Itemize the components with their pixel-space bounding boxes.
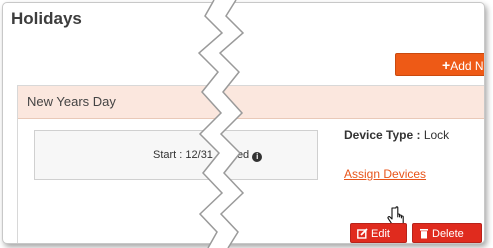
holiday-date-suffix: ed xyxy=(236,149,250,161)
holiday-card: New Years Day Start : 12/31 ed i Device Ty… xyxy=(17,85,484,243)
device-type: Device Type : Lock xyxy=(344,128,449,142)
delete-button[interactable]: Delete xyxy=(412,223,482,243)
holiday-date-start: Start : 12/31 xyxy=(153,149,213,161)
device-type-value: Lock xyxy=(423,128,450,142)
device-type-label: Device Type : xyxy=(344,128,421,142)
assign-devices-link[interactable]: Assign Devices xyxy=(344,167,426,181)
holiday-date: Start : 12/31 ed i xyxy=(153,149,263,162)
trash-icon xyxy=(420,229,428,239)
page-title: Holidays xyxy=(11,9,82,28)
holiday-name: New Years Day xyxy=(27,94,116,109)
plus-icon: + xyxy=(442,57,451,73)
holiday-date-box: Start : 12/31 ed i xyxy=(34,130,318,180)
info-circle-icon[interactable]: i xyxy=(252,152,263,162)
delete-button-label: Delete xyxy=(432,228,464,240)
edit-button[interactable]: Edit xyxy=(350,223,407,243)
add-button-label: Add N xyxy=(450,59,484,73)
edit-icon xyxy=(357,228,368,239)
add-holiday-button[interactable]: +Add N xyxy=(395,53,484,76)
holidays-panel: Holidays +Add N New Years Day Start : 12… xyxy=(2,2,485,244)
edit-button-label: Edit xyxy=(371,228,390,240)
holiday-card-header[interactable]: New Years Day xyxy=(18,86,484,119)
